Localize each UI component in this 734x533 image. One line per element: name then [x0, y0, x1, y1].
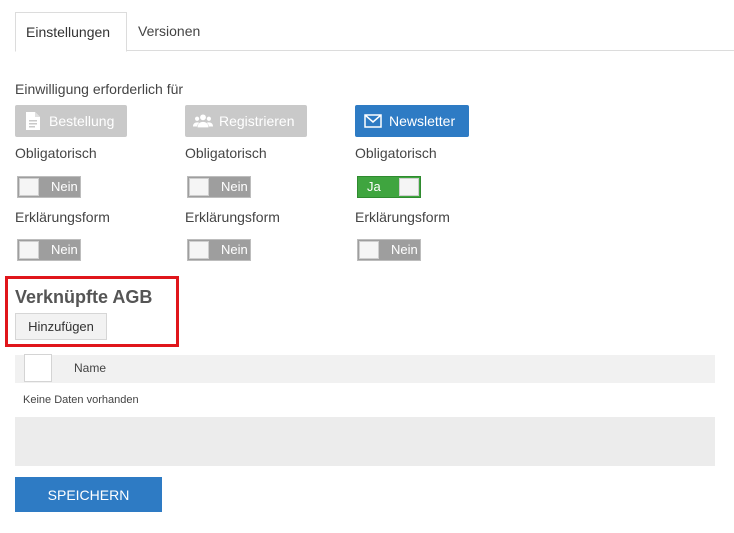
registrieren-declaration-toggle[interactable]: Nein [187, 239, 251, 261]
toggle-knob [189, 241, 209, 259]
toggle-text: Nein [51, 179, 78, 194]
agb-title: Verknüpfte AGB [15, 287, 153, 307]
bestellung-button[interactable]: Bestellung [15, 105, 127, 137]
users-icon [193, 111, 213, 131]
newsletter-button-label: Newsletter [389, 113, 456, 129]
registrieren-obligatory-toggle[interactable]: Nein [187, 176, 251, 198]
envelope-icon [363, 111, 383, 131]
empty-table-message: Keine Daten vorhanden [23, 394, 139, 406]
toggle-text: Nein [51, 242, 78, 257]
toggle-knob [359, 241, 379, 259]
tab-versionen[interactable]: Versionen [128, 12, 210, 50]
table-footer [15, 417, 715, 466]
bestellung-declaration-toggle[interactable]: Nein [17, 239, 81, 261]
toggle-knob [19, 178, 39, 196]
add-agb-button[interactable]: Hinzufügen [15, 313, 107, 340]
consent-label: Einwilligung erforderlich für [15, 81, 184, 97]
newsletter-obligatory-toggle[interactable]: Ja [357, 176, 421, 198]
registrieren-button[interactable]: Registrieren [185, 105, 307, 137]
bestellung-button-label: Bestellung [49, 113, 115, 129]
toggle-text: Nein [221, 242, 248, 257]
obligatory-label: Obligatorisch [185, 145, 267, 161]
document-icon [23, 111, 43, 131]
column-header-name[interactable]: Name [74, 361, 106, 375]
toggle-text: Ja [367, 179, 381, 194]
declaration-label: Erklärungsform [185, 209, 280, 225]
newsletter-declaration-toggle[interactable]: Nein [357, 239, 421, 261]
toggle-text: Nein [391, 242, 418, 257]
bestellung-obligatory-toggle[interactable]: Nein [17, 176, 81, 198]
declaration-label: Erklärungsform [355, 209, 450, 225]
registrieren-button-label: Registrieren [219, 113, 295, 129]
declaration-label: Erklärungsform [15, 209, 110, 225]
toggle-knob [19, 241, 39, 259]
toggle-text: Nein [221, 179, 248, 194]
save-button[interactable]: SPEICHERN [15, 477, 162, 512]
select-all-checkbox[interactable] [24, 354, 52, 382]
toggle-knob [189, 178, 209, 196]
table-header [15, 355, 715, 383]
obligatory-label: Obligatorisch [15, 145, 97, 161]
toggle-knob [399, 178, 419, 196]
obligatory-label: Obligatorisch [355, 145, 437, 161]
newsletter-button[interactable]: Newsletter [355, 105, 469, 137]
tab-einstellungen[interactable]: Einstellungen [15, 12, 127, 52]
